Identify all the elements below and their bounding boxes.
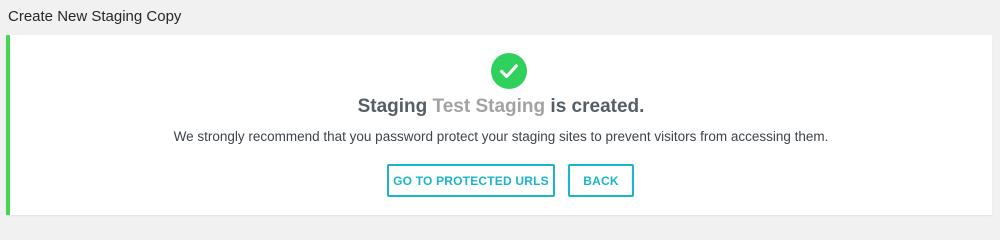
headline-prefix: Staging [357,96,428,117]
check-icon [491,53,527,89]
password-recommendation-message: We strongly recommend that you password … [173,129,829,144]
page-title: Create New Staging Copy [8,8,182,25]
staging-name: Test Staging [432,96,546,117]
back-button[interactable]: BACK [568,164,634,197]
headline-suffix: is created. [550,96,645,117]
go-to-protected-urls-button[interactable]: GO TO PROTECTED URLS [387,164,555,197]
check-icon-glyph [500,64,518,79]
success-headline: Staging Test Staging is created. [10,95,992,119]
success-panel: Staging Test Staging is created. We stro… [6,35,992,215]
